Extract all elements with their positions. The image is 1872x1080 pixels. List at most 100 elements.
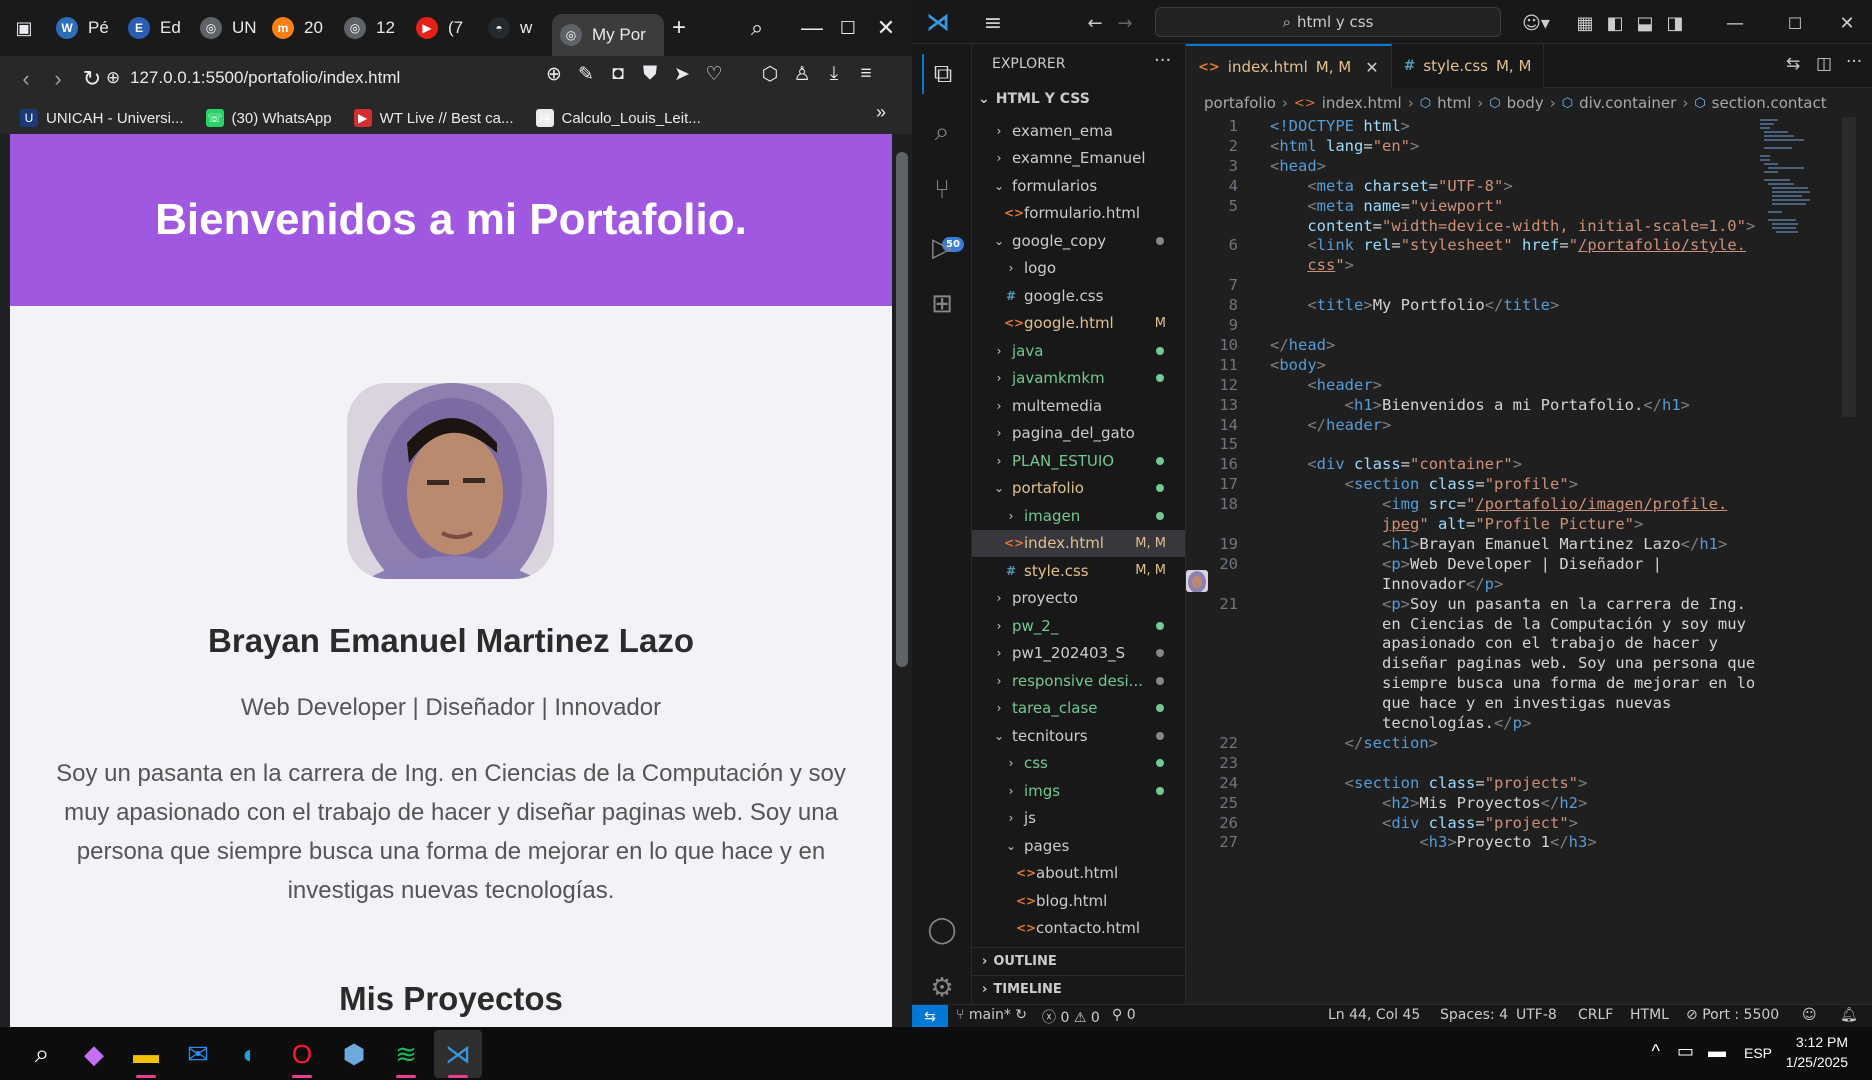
shield-icon[interactable]: ⛊ (636, 60, 664, 88)
outline-section[interactable]: › OUTLINE (972, 947, 1185, 975)
browser-tab[interactable]: ▶ (7 (408, 8, 480, 48)
spotify-icon[interactable]: ≋ (382, 1030, 430, 1078)
source-control-icon[interactable]: ⑂ (922, 170, 962, 210)
mail-icon[interactable]: ✉ (174, 1030, 222, 1078)
breadcrumb-item[interactable]: html (1437, 94, 1471, 112)
editor-tab[interactable]: # style.css M, M (1391, 44, 1545, 88)
toggle-secondary-sidebar-icon[interactable]: ◨ (1662, 10, 1688, 36)
heart-icon[interactable]: ♡ (700, 60, 728, 88)
browser-tab[interactable]: ◎ My Por (552, 14, 664, 56)
cursor-position[interactable]: Ln 44, Col 45 (1328, 1007, 1420, 1023)
editor-scrollbar[interactable] (1842, 117, 1856, 417)
language-indicator[interactable]: ESP (1744, 1045, 1772, 1061)
download-icon[interactable]: ⤓ (820, 60, 848, 88)
folder-item[interactable]: ⌄ pages (972, 832, 1185, 860)
browser-tab[interactable]: ◓ w (480, 8, 552, 48)
folder-item[interactable]: › PLAN_ESTUIO (972, 447, 1185, 475)
folder-item[interactable]: › multemedia (972, 392, 1185, 420)
breadcrumb-item[interactable]: index.html (1322, 94, 1402, 112)
folder-item[interactable]: › logo (972, 255, 1185, 283)
menu-icon[interactable]: ≡ (980, 10, 1006, 36)
split-editor-icon[interactable]: ◫ (1816, 54, 1832, 74)
camera-icon[interactable]: ◘ (604, 60, 632, 88)
file-item[interactable]: <> blog.html (972, 887, 1185, 915)
folder-item[interactable]: › pagina_del_gato (972, 420, 1185, 448)
folder-item[interactable]: ⌄ formularios (972, 172, 1185, 200)
folder-item[interactable]: › pw1_202403_S (972, 640, 1185, 668)
close-button[interactable]: ✕ (864, 6, 908, 50)
app-icon[interactable]: ⬢ (330, 1030, 378, 1078)
breadcrumb-item[interactable]: body (1507, 94, 1544, 112)
folder-item[interactable]: › tarea_clase (972, 695, 1185, 723)
extensions-icon[interactable]: ⊞ (922, 284, 962, 324)
breadcrumb-item[interactable]: div.container (1579, 94, 1676, 112)
notifications-icon[interactable]: 🔔︎ (1840, 1007, 1858, 1023)
branch-indicator[interactable]: ⑂ main* ↻ (956, 1007, 1027, 1023)
timeline-section[interactable]: › TIMELINE (972, 975, 1185, 1003)
folder-item[interactable]: › imgs (972, 777, 1185, 805)
accounts-icon[interactable]: ◯ (922, 910, 962, 950)
edit-icon[interactable]: ✎ (572, 60, 600, 88)
copilot-status-icon[interactable]: ☺ (1802, 1007, 1817, 1023)
file-item[interactable]: # google.css (972, 282, 1185, 310)
browser-tab[interactable]: ◎ 12 (336, 8, 408, 48)
more-bookmarks-icon[interactable]: » (876, 102, 886, 123)
page-scrollbar[interactable] (892, 134, 912, 1027)
minimap[interactable] (1760, 117, 1810, 257)
site-info-icon[interactable]: ⊕ (106, 68, 120, 88)
indentation[interactable]: Spaces: 4 (1440, 1007, 1508, 1023)
folder-item[interactable]: › proyecto (972, 585, 1185, 613)
remote-indicator-icon[interactable]: ⇆ (912, 1005, 948, 1028)
back-icon[interactable]: ‹ (10, 63, 42, 95)
back-arrow-icon[interactable]: ← (1082, 10, 1108, 36)
bookmark-item[interactable]: ▤ Calculo_Louis_Leit... (535, 109, 701, 127)
window-menu-icon[interactable]: ▣ (0, 8, 48, 48)
workspace-header[interactable]: ⌄ HTML Y CSS (978, 91, 1090, 107)
run-debug-icon[interactable]: ▷ (922, 228, 962, 268)
folder-item[interactable]: › js (972, 805, 1185, 833)
file-item[interactable]: <> contacto.html (972, 915, 1185, 943)
command-search-box[interactable]: ⌕ html y css (1155, 7, 1501, 37)
layout-icon[interactable]: ▦ (1572, 10, 1598, 36)
zoom-icon[interactable]: ⊕ (540, 60, 568, 88)
scrollbar-thumb[interactable] (896, 152, 908, 667)
send-icon[interactable]: ➤ (668, 60, 696, 88)
encoding[interactable]: UTF-8 (1516, 1007, 1557, 1023)
folder-item[interactable]: › responsive desi... (972, 667, 1185, 695)
folder-item[interactable]: › css (972, 750, 1185, 778)
vscode-icon[interactable]: ⋊ (434, 1030, 482, 1078)
minimize-button[interactable]: — (1722, 10, 1748, 36)
search-icon[interactable]: ⌕ (922, 112, 962, 152)
file-item[interactable]: <> index.html M, M (972, 529, 1185, 557)
url-field[interactable]: 127.0.0.1:5500/portafolio/index.html (130, 68, 400, 88)
new-tab-button[interactable]: + (664, 8, 700, 48)
search-icon[interactable]: ⌕ (18, 1030, 66, 1078)
folder-item[interactable]: › examen_ema (972, 117, 1185, 145)
browser-tab[interactable]: E Ed (120, 8, 192, 48)
file-item[interactable]: # style.css M, M (972, 557, 1185, 585)
folder-item[interactable]: › java (972, 337, 1185, 365)
maximize-button[interactable]: ☐ (1782, 10, 1808, 36)
folder-item[interactable]: › javamkmkm (972, 365, 1185, 393)
folder-item[interactable]: › examne_Emanuel (972, 145, 1185, 173)
folder-item[interactable]: ⌄ portafolio (972, 475, 1185, 503)
file-item[interactable]: <> formulario.html (972, 200, 1185, 228)
clock[interactable]: 3:12 PM 1/25/2025 (1778, 1034, 1848, 1070)
compare-icon[interactable]: ⇆ (1786, 54, 1800, 74)
folder-item[interactable]: ⌄ google_copy (972, 227, 1185, 255)
browser-tab[interactable]: W Pé (48, 8, 120, 48)
reload-icon[interactable]: ↻ (76, 63, 108, 95)
network-icon[interactable]: ▭ (1677, 1041, 1694, 1062)
box-icon[interactable]: ⬡ (756, 60, 784, 88)
toggle-sidebar-icon[interactable]: ◧ (1602, 10, 1628, 36)
problems-indicator[interactable]: ⓧ 0 ⚠ 0 (1042, 1007, 1100, 1027)
ports-indicator[interactable]: ⚲ 0 (1112, 1007, 1136, 1023)
file-explorer-icon[interactable]: ▬ (122, 1030, 170, 1078)
tab-search-icon[interactable]: ⌕ (735, 6, 779, 50)
browser-tab[interactable]: m 20 (264, 8, 336, 48)
settings-gear-icon[interactable]: ⚙ (922, 968, 962, 1008)
file-item[interactable]: <> about.html (972, 860, 1185, 888)
forward-icon[interactable]: › (42, 63, 74, 95)
toggle-panel-icon[interactable]: ⬓ (1632, 10, 1658, 36)
chevron-up-icon[interactable]: ^ (1652, 1041, 1660, 1062)
